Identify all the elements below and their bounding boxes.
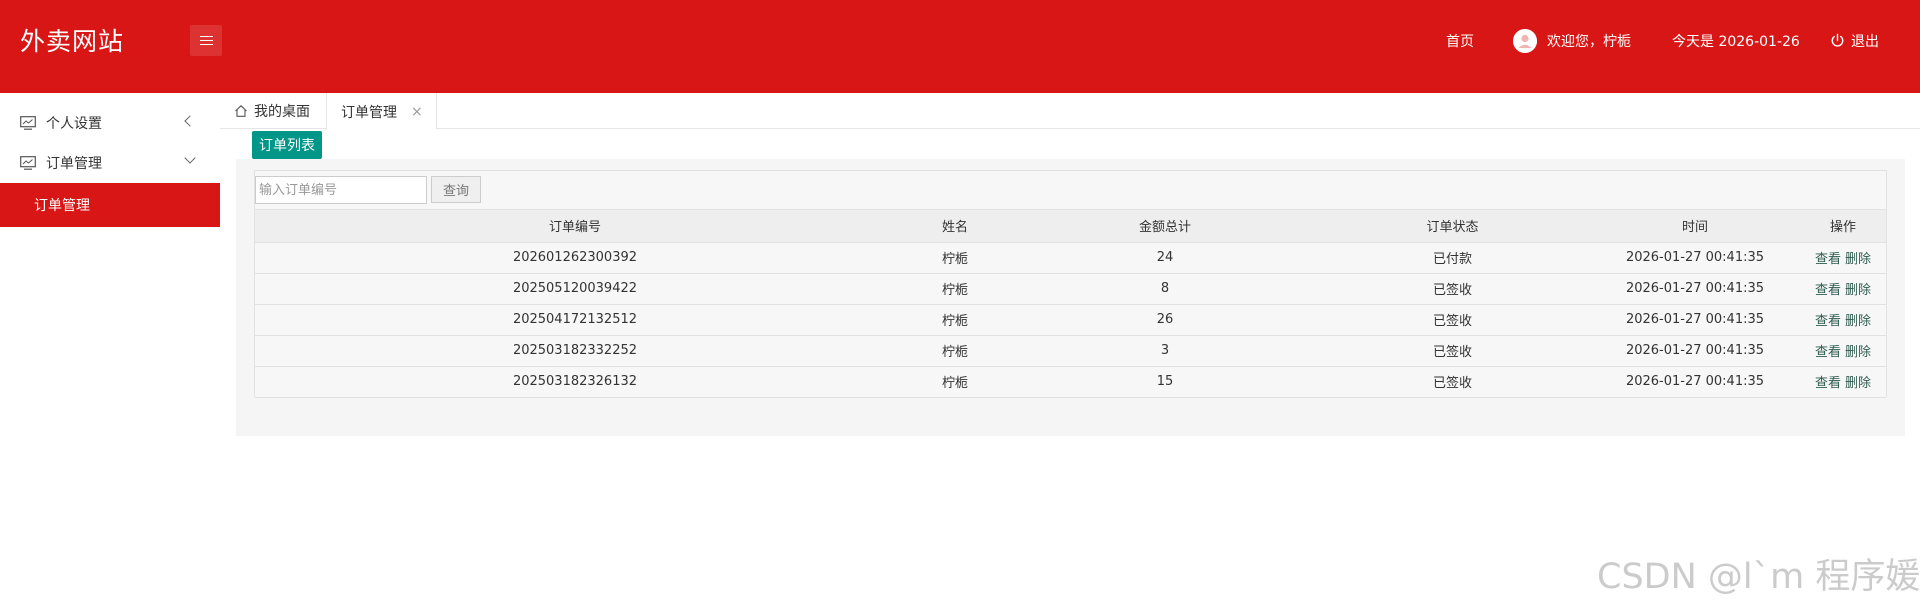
- nav-user[interactable]: 欢迎您，柠栀: [1513, 0, 1631, 81]
- actions-cell: 查看 删除: [1800, 242, 1886, 274]
- welcome-text: 欢迎您，柠栀: [1547, 33, 1631, 50]
- order-number-search-input[interactable]: [255, 176, 427, 204]
- tab-my-desktop[interactable]: 我的桌面: [234, 93, 310, 129]
- order-table-container: 查询 订单编号 姓名 金额总计 订单状态 时间 操作 2026012623003…: [254, 170, 1887, 398]
- monitor-icon: [20, 116, 36, 130]
- watermark: CSDN @l`m 程序媛: [1597, 557, 1920, 597]
- status-cell: 已签收: [1315, 273, 1590, 305]
- amount-cell: 26: [1015, 304, 1315, 336]
- order-number-cell: 202505120039422: [255, 273, 895, 305]
- name-cell: 柠栀: [895, 366, 1015, 398]
- order-table: 订单编号 姓名 金额总计 订单状态 时间 操作 202601262300392 …: [255, 210, 1886, 398]
- close-icon[interactable]: ×: [411, 104, 423, 120]
- tab-bar: 我的桌面 订单管理 ×: [220, 93, 1920, 130]
- time-cell: 2026-01-27 00:41:35: [1590, 304, 1800, 336]
- status-cell: 已付款: [1315, 242, 1590, 274]
- content-panel: 查询 订单编号 姓名 金额总计 订单状态 时间 操作 2026012623003…: [236, 159, 1905, 436]
- sidebar-subitem-order-management[interactable]: 订单管理: [0, 183, 220, 227]
- hamburger-icon: [199, 36, 213, 45]
- time-cell: 2026-01-27 00:41:35: [1590, 242, 1800, 274]
- avatar-icon: [1513, 28, 1537, 53]
- date-text: 今天是 2026-01-26: [1672, 33, 1800, 50]
- column-header: 时间: [1590, 210, 1800, 243]
- amount-cell: 8: [1015, 273, 1315, 305]
- menu-toggle-button[interactable]: [190, 25, 222, 56]
- delete-link[interactable]: 删除: [1845, 283, 1871, 298]
- sidebar-item-personal-settings[interactable]: 个人设置: [0, 103, 220, 143]
- view-link[interactable]: 查看: [1815, 283, 1841, 298]
- name-cell: 柠栀: [895, 273, 1015, 305]
- status-cell: 已签收: [1315, 366, 1590, 398]
- home-icon: [235, 105, 247, 117]
- delete-link[interactable]: 删除: [1845, 314, 1871, 329]
- amount-cell: 24: [1015, 242, 1315, 274]
- actions-cell: 查看 删除: [1800, 273, 1886, 305]
- time-cell: 2026-01-27 00:41:35: [1590, 273, 1800, 305]
- column-header: 订单状态: [1315, 210, 1590, 243]
- delete-link[interactable]: 删除: [1845, 376, 1871, 391]
- amount-cell: 15: [1015, 366, 1315, 398]
- view-link[interactable]: 查看: [1815, 252, 1841, 267]
- table-row: 202504172132512 柠栀 26 已签收 2026-01-27 00:…: [255, 304, 1886, 336]
- table-header-row: 订单编号 姓名 金额总计 订单状态 时间 操作: [255, 210, 1886, 243]
- table-row: 202503182332252 柠栀 3 已签收 2026-01-27 00:4…: [255, 335, 1886, 367]
- power-icon: [1831, 33, 1844, 47]
- sidebar-item-label: 订单管理: [46, 156, 102, 172]
- view-link[interactable]: 查看: [1815, 376, 1841, 391]
- nav-home-link[interactable]: 首页: [1446, 0, 1474, 81]
- chevron-down-icon: [184, 152, 196, 164]
- order-number-cell: 202601262300392: [255, 242, 895, 274]
- monitor-icon: [20, 156, 36, 170]
- actions-cell: 查看 删除: [1800, 366, 1886, 398]
- column-header: 金额总计: [1015, 210, 1315, 243]
- logout-label: 退出: [1851, 33, 1879, 50]
- tab-order-management[interactable]: 订单管理 ×: [326, 93, 437, 130]
- sidebar-item-label: 个人设置: [46, 116, 102, 132]
- status-cell: 已签收: [1315, 304, 1590, 336]
- table-row: 202503182326132 柠栀 15 已签收 2026-01-27 00:…: [255, 366, 1886, 398]
- time-cell: 2026-01-27 00:41:35: [1590, 335, 1800, 367]
- time-cell: 2026-01-27 00:41:35: [1590, 366, 1800, 398]
- name-cell: 柠栀: [895, 242, 1015, 274]
- site-logo: 外卖网站: [20, 27, 125, 56]
- logout-link[interactable]: 退出: [1830, 0, 1879, 81]
- search-bar: 查询: [255, 171, 1886, 210]
- view-link[interactable]: 查看: [1815, 345, 1841, 360]
- delete-link[interactable]: 删除: [1845, 345, 1871, 360]
- search-button[interactable]: 查询: [431, 176, 481, 203]
- table-row: 202505120039422 柠栀 8 已签收 2026-01-27 00:4…: [255, 273, 1886, 305]
- delete-link[interactable]: 删除: [1845, 252, 1871, 267]
- order-number-cell: 202504172132512: [255, 304, 895, 336]
- order-list-button[interactable]: 订单列表: [252, 131, 322, 159]
- view-link[interactable]: 查看: [1815, 314, 1841, 329]
- status-cell: 已签收: [1315, 335, 1590, 367]
- order-number-cell: 202503182326132: [255, 366, 895, 398]
- name-cell: 柠栀: [895, 335, 1015, 367]
- tab-label: 我的桌面: [254, 104, 310, 120]
- table-row: 202601262300392 柠栀 24 已付款 2026-01-27 00:…: [255, 242, 1886, 274]
- column-header: 姓名: [895, 210, 1015, 243]
- actions-cell: 查看 删除: [1800, 335, 1886, 367]
- sidebar: 个人设置 订单管理 订单管理: [0, 93, 220, 602]
- sidebar-item-order-management[interactable]: 订单管理: [0, 143, 220, 183]
- column-header: 订单编号: [255, 210, 895, 243]
- order-number-cell: 202503182332252: [255, 335, 895, 367]
- name-cell: 柠栀: [895, 304, 1015, 336]
- amount-cell: 3: [1015, 335, 1315, 367]
- chevron-left-icon: [184, 115, 196, 127]
- tab-label: 订单管理: [341, 104, 397, 121]
- column-header: 操作: [1800, 210, 1886, 243]
- actions-cell: 查看 删除: [1800, 304, 1886, 336]
- top-header: 外卖网站 首页 欢迎您，柠栀 今天是 2026-01-26 退出: [0, 0, 1920, 93]
